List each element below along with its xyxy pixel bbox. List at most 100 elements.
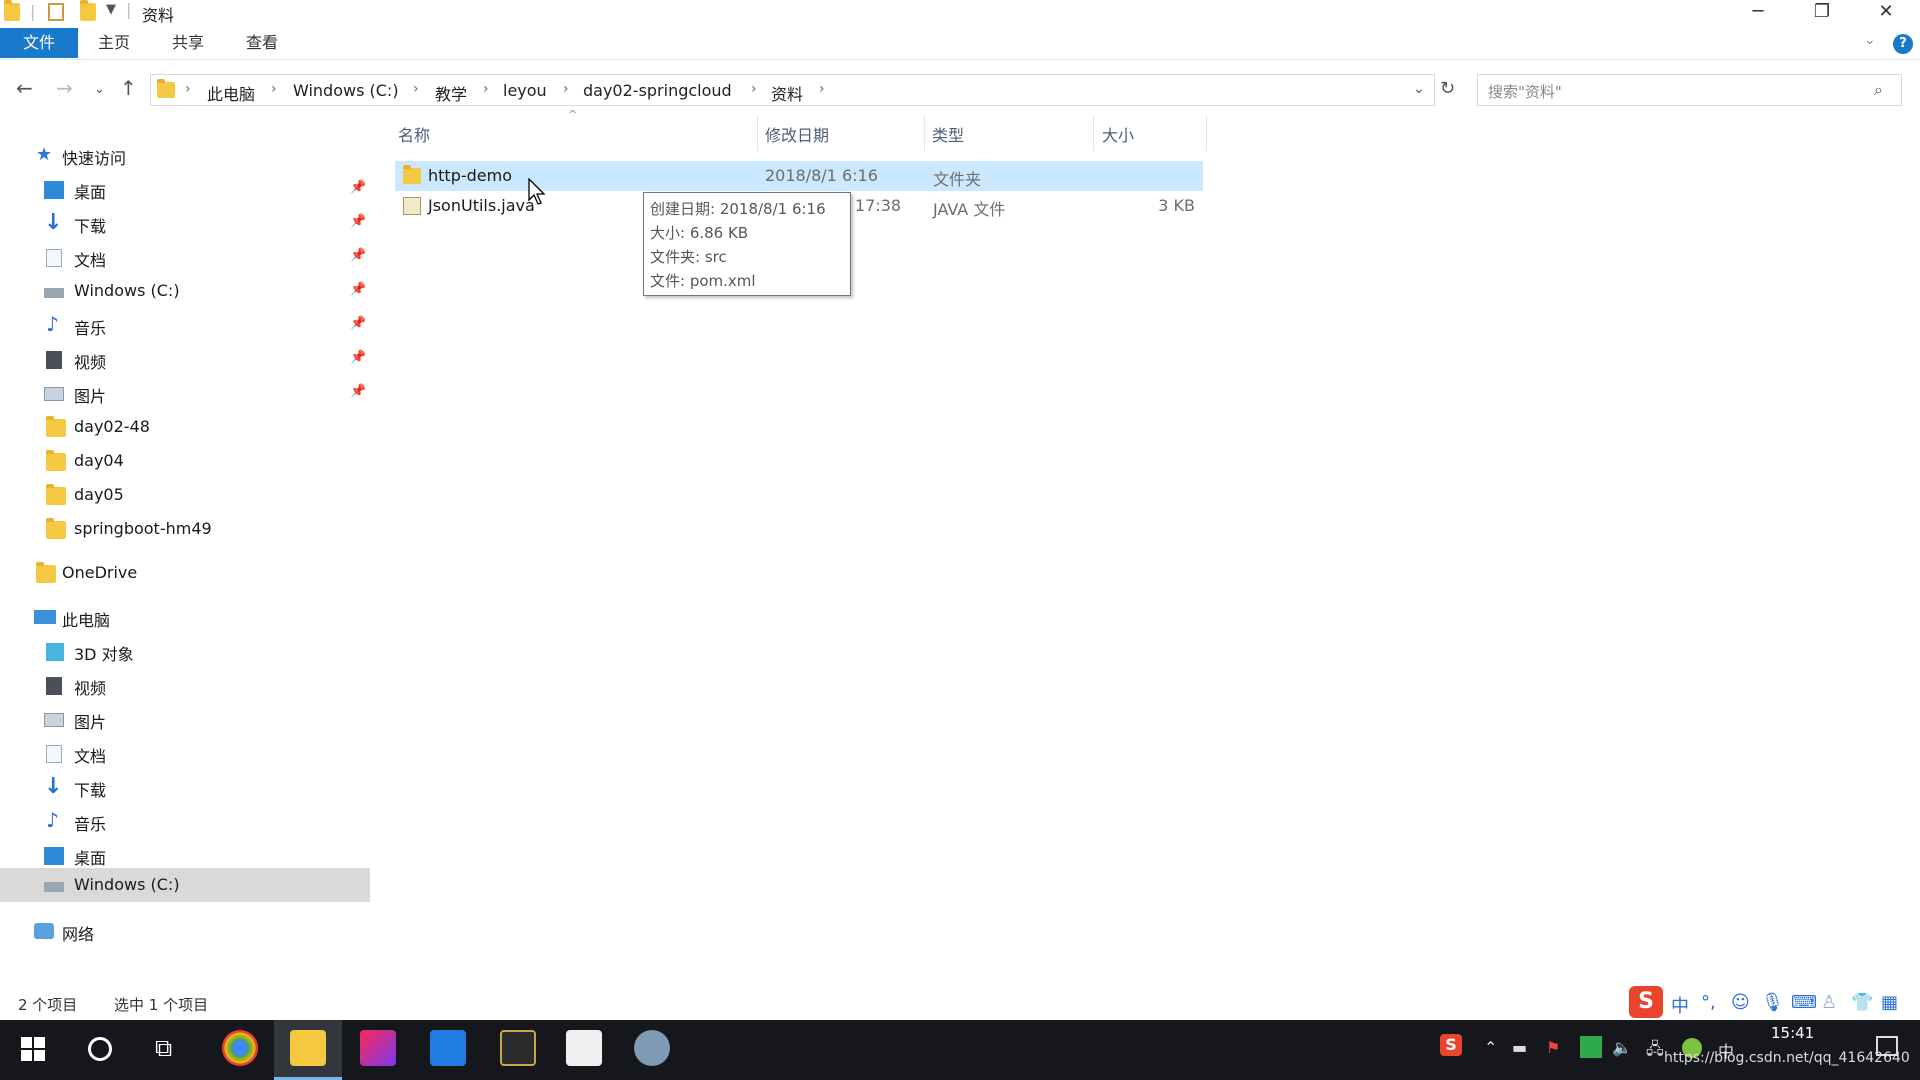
sogou-tray-icon[interactable]: S: [1440, 1034, 1462, 1056]
close-button[interactable]: ✕: [1854, 0, 1918, 26]
file-name[interactable]: JsonUtils.java: [428, 196, 535, 215]
sidebar-item-folder[interactable]: day05: [0, 478, 370, 512]
sidebar-item-downloads[interactable]: ↓ 下载: [0, 770, 370, 804]
minimize-button[interactable]: ─: [1726, 0, 1790, 26]
sidebar-item-pictures[interactable]: 图片 📌: [0, 376, 370, 410]
breadcrumb-day02[interactable]: day02-springcloud: [583, 81, 732, 100]
file-row[interactable]: http-demo 2018/8/1 6:16 文件夹: [395, 161, 1203, 191]
user-icon[interactable]: ♙: [1821, 992, 1837, 1013]
forward-icon[interactable]: →: [56, 76, 73, 100]
store-icon[interactable]: [430, 1030, 466, 1066]
sidebar-item-folder[interactable]: springboot-hm49: [0, 512, 370, 546]
toolbox-icon[interactable]: ▦: [1881, 992, 1898, 1013]
cortana-search-icon[interactable]: [88, 1037, 112, 1061]
emoji-icon[interactable]: ☺: [1731, 992, 1750, 1013]
sidebar-item-drive-c[interactable]: Windows (C:) 📌: [0, 274, 370, 308]
punctuation-icon[interactable]: °,: [1701, 992, 1716, 1013]
tab-home[interactable]: 主页: [84, 28, 144, 58]
sidebar-item-documents[interactable]: 文档: [0, 736, 370, 770]
clock-time[interactable]: 15:41: [1771, 1024, 1814, 1042]
column-header-type[interactable]: 类型: [932, 122, 964, 146]
sidebar-item-documents[interactable]: 文档 📌: [0, 240, 370, 274]
pin-icon[interactable]: 📌: [350, 282, 366, 297]
back-icon[interactable]: ←: [16, 76, 33, 100]
pin-icon[interactable]: 📌: [350, 248, 366, 263]
sogou-logo-icon[interactable]: S: [1629, 986, 1663, 1018]
restore-button[interactable]: ❐: [1790, 0, 1854, 26]
sidebar-item-videos[interactable]: 视频 📌: [0, 342, 370, 376]
sidebar-item-network[interactable]: 网络: [0, 914, 370, 948]
address-bar[interactable]: › 此电脑 › Windows (C:) › 教学 › leyou › day0…: [150, 74, 1435, 106]
address-dropdown-icon[interactable]: ⌄: [1413, 81, 1425, 97]
ime-mode-text[interactable]: 中: [1671, 992, 1689, 1018]
tab-share[interactable]: 共享: [158, 28, 218, 58]
breadcrumb-teaching[interactable]: 教学: [435, 81, 467, 105]
pin-icon[interactable]: 📌: [350, 350, 366, 365]
column-header-size[interactable]: 大小: [1102, 122, 1134, 146]
app-icon[interactable]: [634, 1030, 670, 1066]
column-header-date[interactable]: 修改日期: [765, 122, 829, 146]
notification-icon[interactable]: [1876, 1036, 1898, 1056]
column-divider[interactable]: [757, 115, 758, 151]
chrome-icon[interactable]: [222, 1030, 258, 1066]
tray-icon[interactable]: ⚑: [1546, 1038, 1560, 1057]
qat-dropdown-icon[interactable]: ▼: [106, 2, 116, 17]
sidebar-item-this-pc[interactable]: 此电脑: [0, 600, 370, 634]
tray-icon[interactable]: ▬: [1512, 1038, 1527, 1057]
app-icon[interactable]: [500, 1030, 536, 1066]
sidebar-item-label: 桌面: [74, 849, 107, 868]
network-icon[interactable]: 🖧: [1646, 1038, 1664, 1065]
typora-icon[interactable]: [566, 1030, 602, 1066]
breadcrumb-this-pc[interactable]: 此电脑: [207, 81, 255, 105]
sidebar-item-label: 图片: [74, 713, 107, 732]
sidebar-item-folder[interactable]: day04: [0, 444, 370, 478]
search-icon[interactable]: ⌕: [1874, 80, 1883, 100]
help-icon[interactable]: ?: [1893, 34, 1913, 54]
sidebar-item-desktop[interactable]: 桌面: [0, 838, 370, 872]
file-name[interactable]: http-demo: [428, 166, 512, 185]
tab-file[interactable]: 文件: [0, 28, 78, 58]
column-divider[interactable]: [1093, 115, 1094, 151]
expand-ribbon-icon[interactable]: ⌄: [1864, 32, 1876, 48]
breadcrumb-drive[interactable]: Windows (C:): [293, 81, 399, 100]
tab-view[interactable]: 查看: [232, 28, 292, 58]
sidebar-item-onedrive[interactable]: OneDrive: [0, 556, 370, 590]
column-divider[interactable]: [1206, 115, 1207, 151]
breadcrumb-leyou[interactable]: leyou: [503, 81, 547, 100]
sidebar-item-downloads[interactable]: ↓ 下载 📌: [0, 206, 370, 240]
properties-icon[interactable]: [48, 3, 64, 21]
new-folder-icon[interactable]: [80, 0, 96, 21]
file-explorer-icon[interactable]: [290, 1030, 326, 1066]
breadcrumb-current[interactable]: 资料: [771, 81, 803, 105]
tray-icon[interactable]: [1580, 1036, 1602, 1058]
sidebar-item-folder[interactable]: day02-48: [0, 410, 370, 444]
sidebar-item-label: 桌面: [74, 183, 107, 202]
skin-icon[interactable]: 👕: [1851, 992, 1873, 1013]
microphone-icon[interactable]: 🎙: [1761, 992, 1784, 1013]
sidebar-item-label: 文档: [74, 251, 107, 270]
search-input[interactable]: 搜索"资料" ⌕: [1477, 74, 1902, 106]
sidebar-item-music[interactable]: ♪ 音乐 📌: [0, 308, 370, 342]
pin-icon[interactable]: 📌: [350, 180, 366, 195]
sidebar-item-music[interactable]: ♪ 音乐: [0, 804, 370, 838]
chevron-up-icon[interactable]: ⌃: [1484, 1038, 1497, 1057]
task-view-icon[interactable]: ⧉: [155, 1034, 172, 1062]
column-divider[interactable]: [924, 115, 925, 151]
pin-icon[interactable]: 📌: [350, 384, 366, 399]
pin-icon[interactable]: 📌: [350, 214, 366, 229]
sidebar-item-3d-objects[interactable]: 3D 对象: [0, 634, 370, 668]
sidebar-item-videos[interactable]: 视频: [0, 668, 370, 702]
up-icon[interactable]: ↑: [120, 76, 137, 100]
sidebar-item-quick-access[interactable]: ★ 快速访问: [0, 138, 370, 172]
column-header-name[interactable]: 名称: [398, 122, 430, 146]
volume-icon[interactable]: 🔈: [1612, 1038, 1632, 1057]
refresh-icon[interactable]: ↻: [1440, 78, 1455, 99]
sidebar-item-pictures[interactable]: 图片: [0, 702, 370, 736]
sidebar-item-desktop[interactable]: 桌面 📌: [0, 172, 370, 206]
keyboard-icon[interactable]: ⌨: [1791, 992, 1817, 1013]
sidebar-item-drive-c[interactable]: Windows (C:): [0, 868, 370, 902]
pin-icon[interactable]: 📌: [350, 316, 366, 331]
intellij-icon[interactable]: [360, 1030, 396, 1066]
recent-dropdown-icon[interactable]: ⌄: [94, 82, 105, 97]
windows-start-icon[interactable]: [20, 1036, 46, 1062]
